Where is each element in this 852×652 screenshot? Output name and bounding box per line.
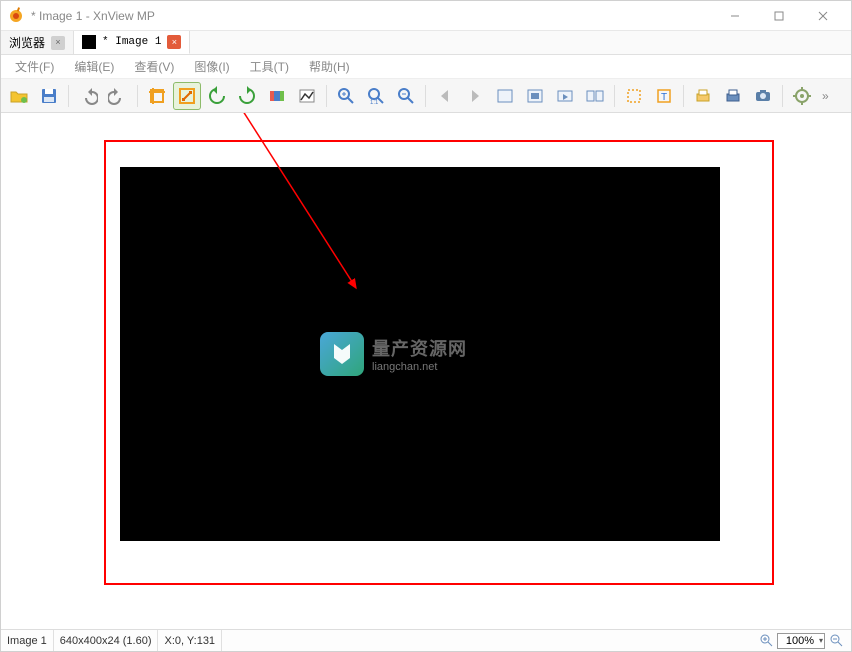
close-icon[interactable]: × xyxy=(51,36,65,50)
compare-button[interactable] xyxy=(581,82,609,110)
open-button[interactable] xyxy=(5,82,33,110)
slideshow-button[interactable] xyxy=(551,82,579,110)
watermark: 量产资源网 liangchan.net xyxy=(320,332,467,376)
status-pos: X:0, Y:131 xyxy=(158,630,222,651)
watermark-sub-text: liangchan.net xyxy=(372,361,467,373)
menu-edit[interactable]: 编辑(E) xyxy=(66,56,122,77)
chevron-down-icon[interactable]: ▾ xyxy=(819,636,823,645)
close-button[interactable] xyxy=(801,2,845,30)
status-name: Image 1 xyxy=(1,630,54,651)
zoom-out-icon[interactable] xyxy=(829,634,843,648)
prev-button[interactable] xyxy=(431,82,459,110)
zoom-actual-button[interactable]: 1:1 xyxy=(362,82,390,110)
fit-window-button[interactable] xyxy=(491,82,519,110)
watermark-icon xyxy=(320,332,364,376)
toolbar: 1:1 T » xyxy=(1,79,851,113)
menu-file[interactable]: 文件(F) xyxy=(7,56,62,77)
acquire-button[interactable] xyxy=(749,82,777,110)
color-button[interactable] xyxy=(263,82,291,110)
menu-tools[interactable]: 工具(T) xyxy=(242,56,297,77)
levels-button[interactable] xyxy=(293,82,321,110)
status-dims: 640x400x24 (1.60) xyxy=(54,630,159,651)
menubar: 文件(F) 编辑(E) 查看(V) 图像(I) 工具(T) 帮助(H) xyxy=(1,55,851,79)
minimize-button[interactable] xyxy=(713,2,757,30)
menu-help[interactable]: 帮助(H) xyxy=(301,56,358,77)
export-button[interactable] xyxy=(719,82,747,110)
tab-thumbnail xyxy=(82,35,96,49)
zoom-out-button[interactable] xyxy=(392,82,420,110)
zoom-controls: ▾ xyxy=(759,633,851,649)
close-icon[interactable]: × xyxy=(167,35,181,49)
svg-text:1:1: 1:1 xyxy=(370,100,379,106)
settings-button[interactable] xyxy=(788,82,816,110)
statusbar: Image 1 640x400x24 (1.60) X:0, Y:131 ▾ xyxy=(1,629,851,651)
app-window: * Image 1 - XnView MP 浏览器 × * Image 1 × … xyxy=(0,0,852,652)
maximize-button[interactable] xyxy=(757,2,801,30)
zoom-in-button[interactable] xyxy=(332,82,360,110)
app-icon xyxy=(7,7,25,25)
titlebar: * Image 1 - XnView MP xyxy=(1,1,851,31)
undo-button[interactable] xyxy=(74,82,102,110)
redo-button[interactable] xyxy=(104,82,132,110)
save-button[interactable] xyxy=(35,82,63,110)
zoom-in-icon[interactable] xyxy=(759,634,773,648)
crop-button[interactable] xyxy=(143,82,171,110)
tab-label: * Image 1 xyxy=(102,36,161,48)
menu-image[interactable]: 图像(I) xyxy=(186,56,237,77)
text-tool-button[interactable]: T xyxy=(650,82,678,110)
rotate-left-button[interactable] xyxy=(203,82,231,110)
next-button[interactable] xyxy=(461,82,489,110)
watermark-main-text: 量产资源网 xyxy=(372,335,467,361)
tabbar: 浏览器 × * Image 1 × xyxy=(1,31,851,55)
zoom-input[interactable] xyxy=(777,633,825,649)
rotate-right-button[interactable] xyxy=(233,82,261,110)
tab-label: 浏览器 xyxy=(9,34,45,51)
print-button[interactable] xyxy=(689,82,717,110)
toolbar-overflow[interactable]: » xyxy=(818,89,833,103)
tab-browser[interactable]: 浏览器 × xyxy=(1,31,74,54)
fullscreen-button[interactable] xyxy=(521,82,549,110)
select-button[interactable] xyxy=(620,82,648,110)
tab-image-1[interactable]: * Image 1 × xyxy=(74,31,190,54)
menu-view[interactable]: 查看(V) xyxy=(126,56,182,77)
window-title: * Image 1 - XnView MP xyxy=(31,9,155,23)
resize-button[interactable] xyxy=(173,82,201,110)
canvas-area[interactable]: 量产资源网 liangchan.net xyxy=(1,113,851,629)
svg-text:T: T xyxy=(661,92,667,103)
